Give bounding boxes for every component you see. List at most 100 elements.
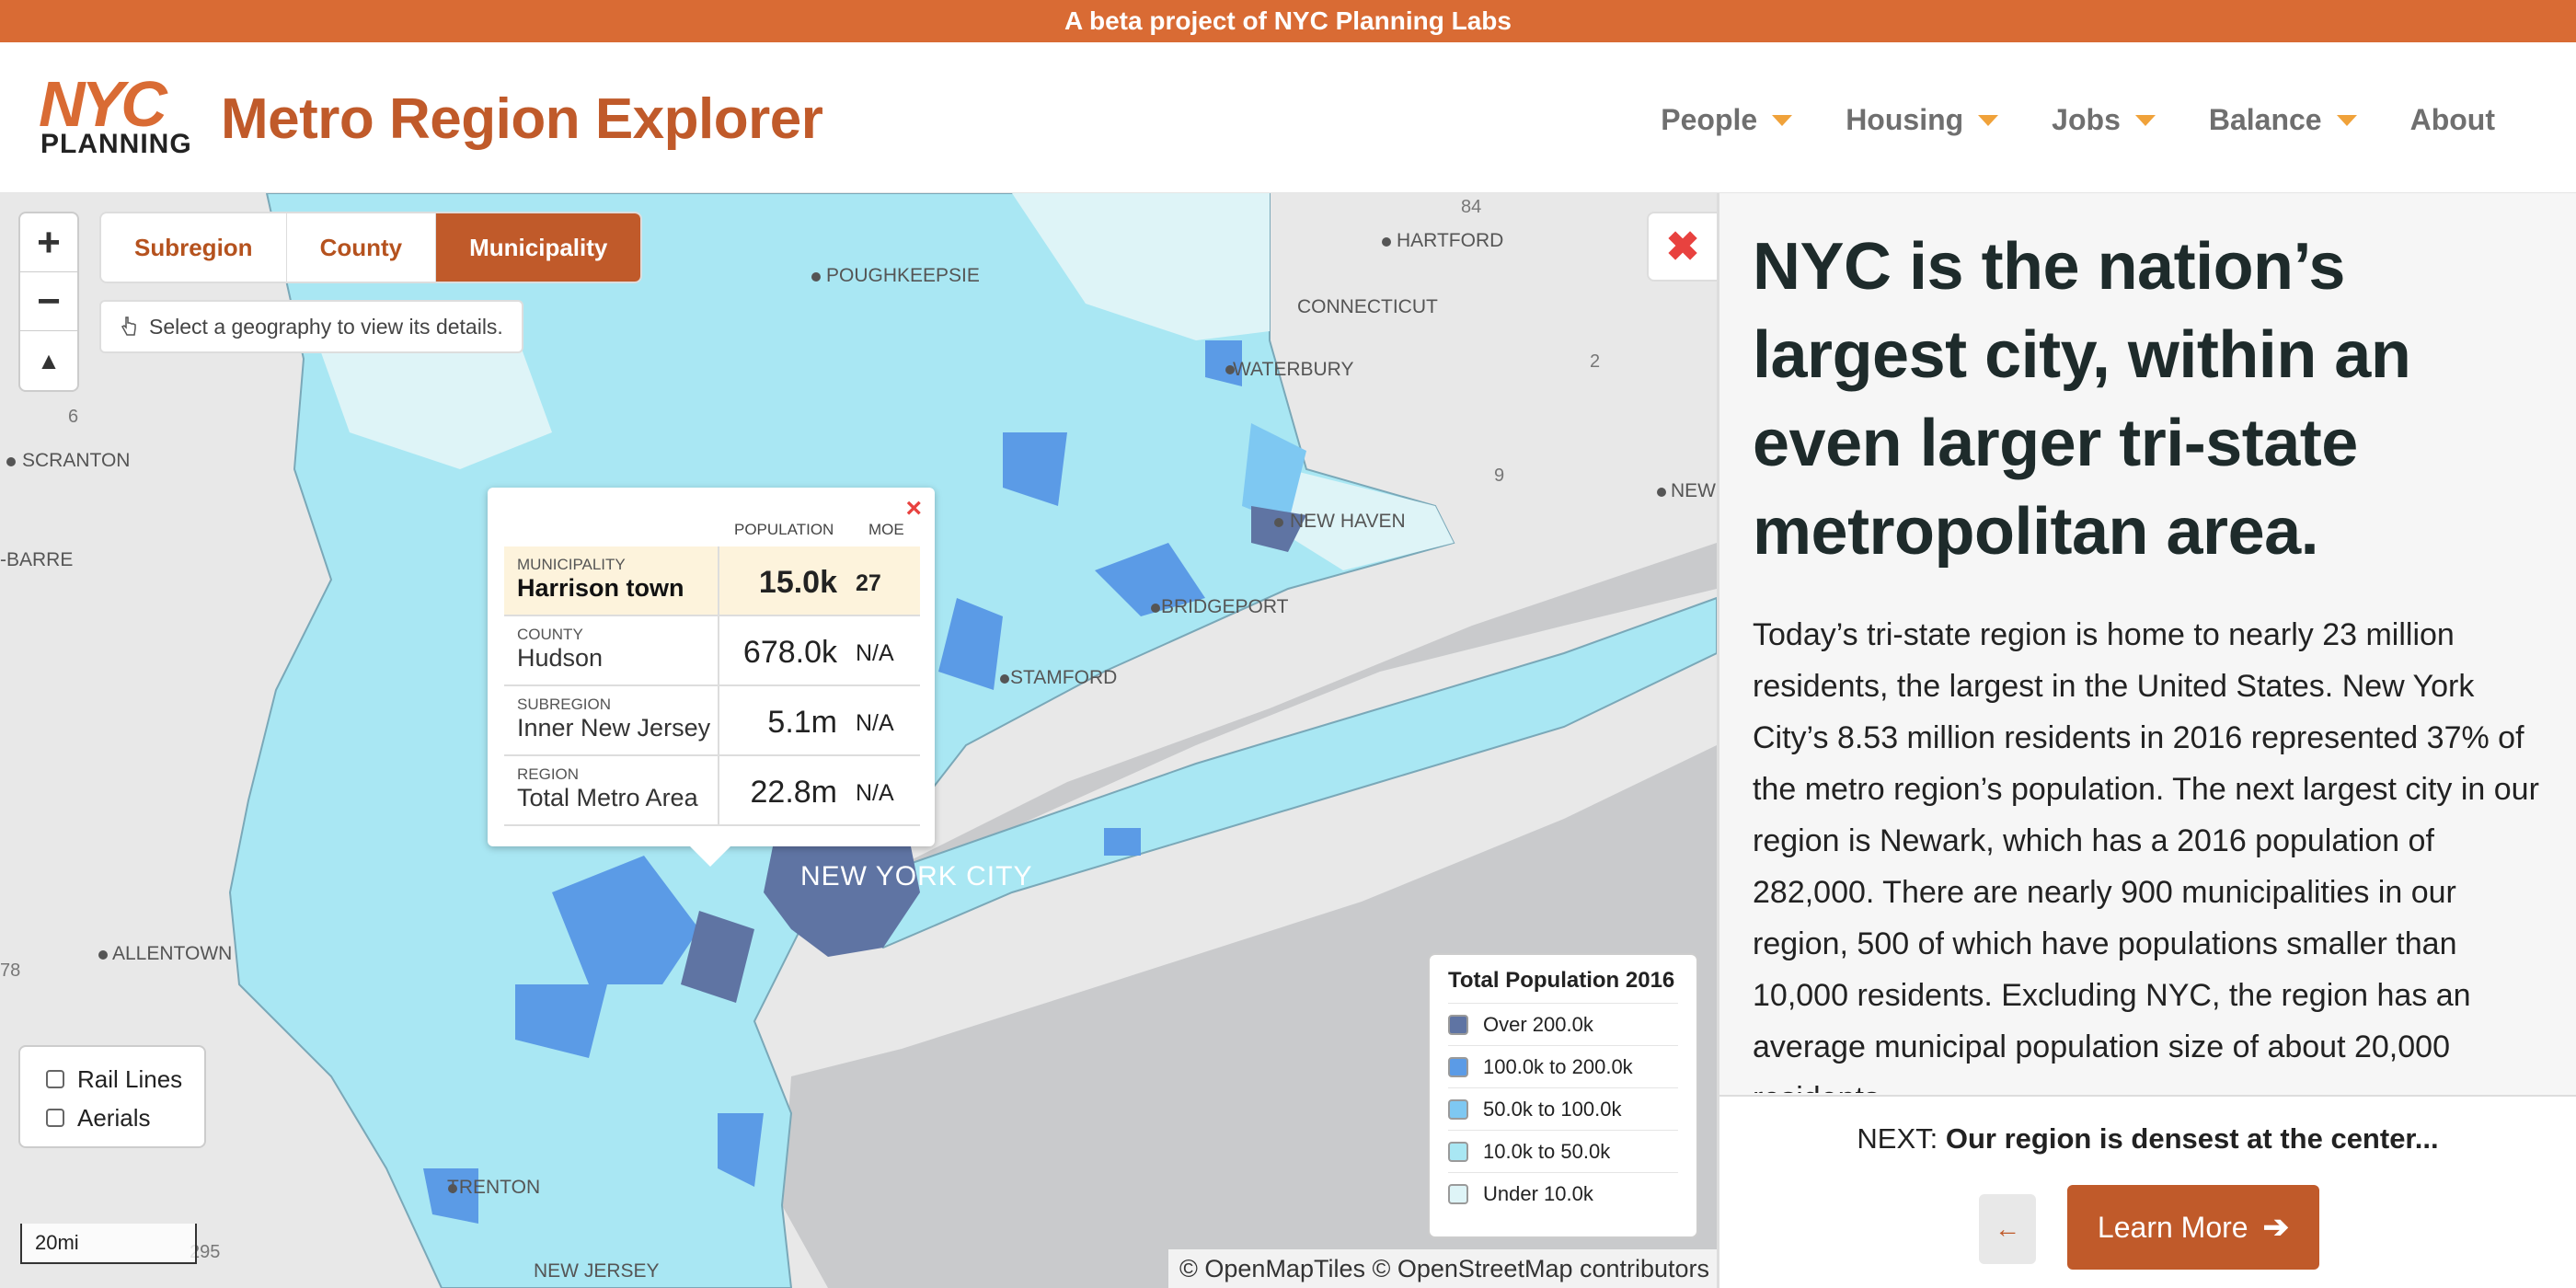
compass-icon[interactable]: ▲: [20, 331, 77, 390]
nav-balance[interactable]: Balance: [2209, 103, 2357, 137]
header: NYC PLANNING Metro Region Explorer Peopl…: [0, 42, 2576, 193]
label-new-york-city: NEW YORK CITY: [800, 861, 1033, 891]
label-poughkeepsie: POUGHKEEPSIE: [826, 265, 980, 286]
popup-row-region: REGION Total Metro Area 22.8m N/A: [504, 756, 920, 826]
legend-swatch: [1448, 1141, 1468, 1162]
popup-row-population: 15.0k: [758, 565, 837, 600]
new-london-dot: [1657, 488, 1666, 497]
popup-row-level: REGION: [517, 765, 580, 783]
nav-about[interactable]: About: [2410, 103, 2495, 137]
story-panel: NYC is the nation’s largest city, within…: [1717, 193, 2576, 1288]
legend-item-10k-50k: 10.0k to 50.0k: [1448, 1130, 1678, 1172]
popup-row-moe: N/A: [856, 710, 894, 736]
popup-row-population: 5.1m: [767, 705, 837, 740]
new-haven-dot: [1274, 518, 1283, 527]
story-heading: NYC is the nation’s largest city, within…: [1753, 230, 2411, 569]
popup-row-level: COUNTY: [517, 626, 583, 643]
legend-swatch: [1448, 1183, 1468, 1204]
legend-swatch: [1448, 1056, 1468, 1077]
allentown-dot: [98, 950, 108, 960]
legend-label: Over 200.0k: [1483, 1012, 1593, 1036]
label-route-2: 2: [1590, 351, 1601, 372]
nav-housing[interactable]: Housing: [1846, 103, 1999, 137]
close-panel-button[interactable]: ✖: [1647, 212, 1717, 282]
popup-col-population: POPULATION: [734, 521, 834, 538]
pointer-hand-icon: [121, 316, 136, 336]
popup-row-subregion: SUBREGION Inner New Jersey 5.1m N/A: [504, 686, 920, 756]
caret-down-icon: [2134, 114, 2156, 126]
rail-lines-label: Rail Lines: [77, 1064, 183, 1093]
popup-row-name: Inner New Jersey: [517, 714, 711, 742]
bridgeport-dot: [1151, 604, 1160, 613]
logo-planning: PLANNING: [40, 129, 192, 159]
learn-more-label: Learn More: [2097, 1210, 2248, 1244]
caret-down-icon: [1772, 114, 1793, 126]
nyc-planning-logo[interactable]: NYC PLANNING: [39, 72, 193, 159]
zoom-controls: + − ▲: [18, 212, 79, 392]
legend-item-under-10k: Under 10.0k: [1448, 1172, 1678, 1214]
app-title[interactable]: Metro Region Explorer: [221, 86, 823, 152]
label-waterbury: WATERBURY: [1233, 359, 1354, 380]
popup-row-population: 678.0k: [742, 635, 837, 670]
geography-tabs: Subregion County Municipality: [99, 212, 643, 283]
label-route-9: 9: [1494, 466, 1505, 486]
rail-lines-checkbox[interactable]: [46, 1070, 64, 1088]
beta-banner-text: A beta project of NYC Planning Labs: [1064, 6, 1512, 35]
legend-swatch: [1448, 1014, 1468, 1035]
popup-row-divider: [718, 756, 719, 824]
legend-label: 10.0k to 50.0k: [1483, 1139, 1611, 1163]
beta-banner: A beta project of NYC Planning Labs: [0, 0, 2576, 42]
popup-row-population: 22.8m: [750, 775, 838, 810]
zoom-in-button[interactable]: +: [20, 213, 77, 272]
label-new-haven: NEW HAVEN: [1290, 511, 1406, 532]
selection-hint-text: Select a geography to view its details.: [149, 314, 503, 339]
popup-row-divider: [718, 616, 719, 684]
story-content[interactable]: NYC is the nation’s largest city, within…: [1753, 223, 2549, 1093]
next-section: NEXT: Our region is densest at the cente…: [1719, 1122, 2576, 1156]
popup-row-moe: N/A: [856, 780, 894, 806]
legend-item-over-200k: Over 200.0k: [1448, 1003, 1678, 1045]
map-view[interactable]: POUGHKEEPSIE HARTFORD CONNECTICUT WATERB…: [0, 193, 1717, 1288]
layer-rail-lines[interactable]: Rail Lines: [46, 1060, 204, 1098]
popup-close-button[interactable]: ×: [905, 493, 922, 524]
nav-jobs[interactable]: Jobs: [2052, 103, 2156, 137]
nav-about-label: About: [2409, 103, 2495, 136]
learn-more-button[interactable]: Learn More ➔: [2067, 1185, 2319, 1270]
map-scale: 20mi: [20, 1224, 197, 1264]
label-connecticut: CONNECTICUT: [1297, 296, 1438, 317]
nav-people[interactable]: People: [1661, 103, 1793, 137]
legend-label: 50.0k to 100.0k: [1483, 1097, 1622, 1121]
tab-subregion[interactable]: Subregion: [101, 213, 287, 282]
popup-row-moe: N/A: [856, 640, 894, 666]
next-prefix: NEXT:: [1857, 1122, 1938, 1155]
selection-hint: Select a geography to view its details.: [99, 300, 523, 353]
zoom-out-button[interactable]: −: [20, 272, 77, 331]
aerials-checkbox[interactable]: [46, 1109, 64, 1127]
popup-col-moe: MOE: [868, 521, 904, 538]
popup-row-moe: 27: [856, 570, 881, 596]
label-scranton: SCRANTON: [22, 450, 131, 471]
popup-row-level: MUNICIPALITY: [517, 556, 626, 573]
map-attribution[interactable]: © OpenMapTiles © OpenStreetMap contribut…: [1168, 1249, 1717, 1288]
stamford-dot: [1000, 674, 1009, 684]
legend-title: Total Population 2016: [1448, 968, 1675, 993]
legend-label: Under 10.0k: [1483, 1181, 1593, 1205]
hartford-dot: [1382, 237, 1391, 247]
arrow-right-icon: ➔: [2262, 1210, 2290, 1245]
popup-header: POPULATION MOE: [488, 521, 935, 543]
scranton-dot: [6, 457, 16, 466]
label-barre: -BARRE: [0, 549, 74, 570]
label-stamford: STAMFORD: [1010, 667, 1118, 688]
layer-aerials[interactable]: Aerials: [46, 1098, 204, 1137]
tab-municipality[interactable]: Municipality: [436, 213, 641, 282]
legend-swatch: [1448, 1098, 1468, 1120]
popup-row-level: SUBREGION: [517, 696, 612, 713]
tab-county[interactable]: County: [287, 213, 437, 282]
back-button[interactable]: ←: [1979, 1194, 2036, 1264]
legend-item-100k-200k: 100.0k to 200.0k: [1448, 1045, 1678, 1087]
label-route-84: 84: [1461, 197, 1482, 217]
popup-row-divider: [718, 546, 719, 615]
geography-popup: × POPULATION MOE MUNICIPALITY Harrison t…: [488, 488, 935, 867]
poughkeepsie-dot: [811, 272, 821, 282]
main-nav: People Housing Jobs Balance About: [1661, 103, 2495, 137]
